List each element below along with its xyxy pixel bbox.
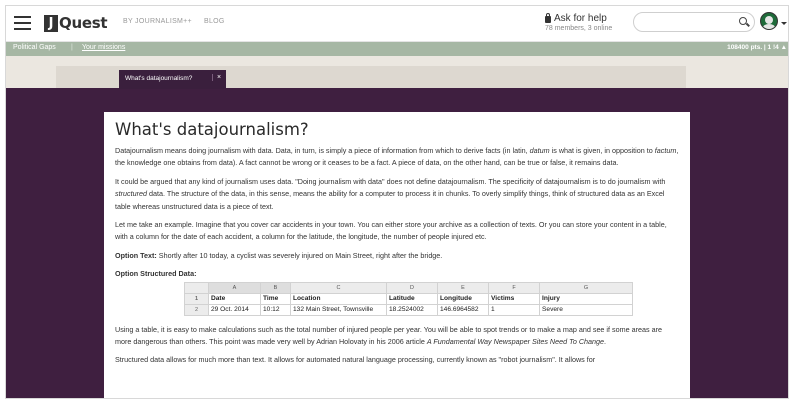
- article-link[interactable]: A Fundamental Way Newspaper Sites Need T…: [427, 337, 604, 346]
- points-counter: 108400 pts. | 1 !4 ▲: [727, 44, 787, 51]
- logo-text[interactable]: Quest: [59, 14, 108, 32]
- column-header: F: [488, 281, 540, 294]
- close-icon[interactable]: ×: [212, 74, 221, 81]
- column-header: G: [539, 281, 633, 294]
- article-title: What's datajournalism?: [115, 120, 309, 139]
- ask-title: Ask for help: [554, 13, 607, 24]
- ask-for-help[interactable]: Ask for help 78 members, 3 online: [545, 13, 612, 32]
- app-window: J Quest BY JOURNALISM++ BLOG Ask for hel…: [5, 5, 789, 399]
- paragraph: Datajournalism means doing journalism wi…: [115, 146, 679, 168]
- paragraph: Using a table, it is easy to make calcul…: [115, 324, 662, 347]
- breadcrumb[interactable]: Political Gaps: [13, 44, 56, 51]
- search-icon[interactable]: [739, 17, 747, 25]
- paragraph: It could be argued that any kind of jour…: [115, 176, 666, 211]
- option-structured-label: Option Structured Data:: [115, 269, 197, 279]
- article-modal: What's datajournalism? Datajournalism me…: [104, 112, 690, 398]
- top-header: J Quest BY JOURNALISM++ BLOG Ask for hel…: [6, 6, 788, 42]
- column-header: C: [290, 281, 387, 294]
- column-header: B: [260, 281, 291, 294]
- column-header: D: [386, 281, 438, 294]
- logo-mark[interactable]: J: [44, 15, 58, 32]
- corner-cell: [184, 281, 209, 294]
- avatar[interactable]: [760, 12, 778, 30]
- table-row: 2 29 Oct. 2014 10:12 132 Main Street, To…: [184, 303, 633, 316]
- option-text: Option Text: Shortly after 10 today, a c…: [115, 250, 443, 260]
- spreadsheet-example: A B C D E F G 1 Date Time Location Latit…: [184, 281, 633, 316]
- tab-whats-datajournalism[interactable]: What's datajournalism? ×: [119, 70, 226, 89]
- table-row: 1 Date Time Location Latitude Longitude …: [184, 292, 633, 305]
- your-missions-link[interactable]: Your missions: [82, 44, 125, 51]
- mission-bar: Political Gaps | Your missions 108400 pt…: [6, 42, 788, 56]
- search-input[interactable]: [633, 12, 755, 32]
- tab-label: What's datajournalism?: [125, 75, 193, 82]
- tagline: BY JOURNALISM++: [123, 18, 192, 25]
- breadcrumb-separator: |: [71, 44, 73, 51]
- paragraph: Let me take an example. Imagine that you…: [115, 220, 667, 242]
- column-header: A: [208, 281, 261, 294]
- lock-icon: [545, 13, 551, 23]
- chevron-down-icon[interactable]: [781, 22, 787, 25]
- menu-icon[interactable]: [14, 16, 31, 30]
- ask-members-online: 78 members, 3 online: [545, 25, 613, 32]
- column-header: E: [437, 281, 489, 294]
- blog-link[interactable]: BLOG: [204, 18, 225, 25]
- paragraph: Structured data allows for much more tha…: [115, 355, 596, 365]
